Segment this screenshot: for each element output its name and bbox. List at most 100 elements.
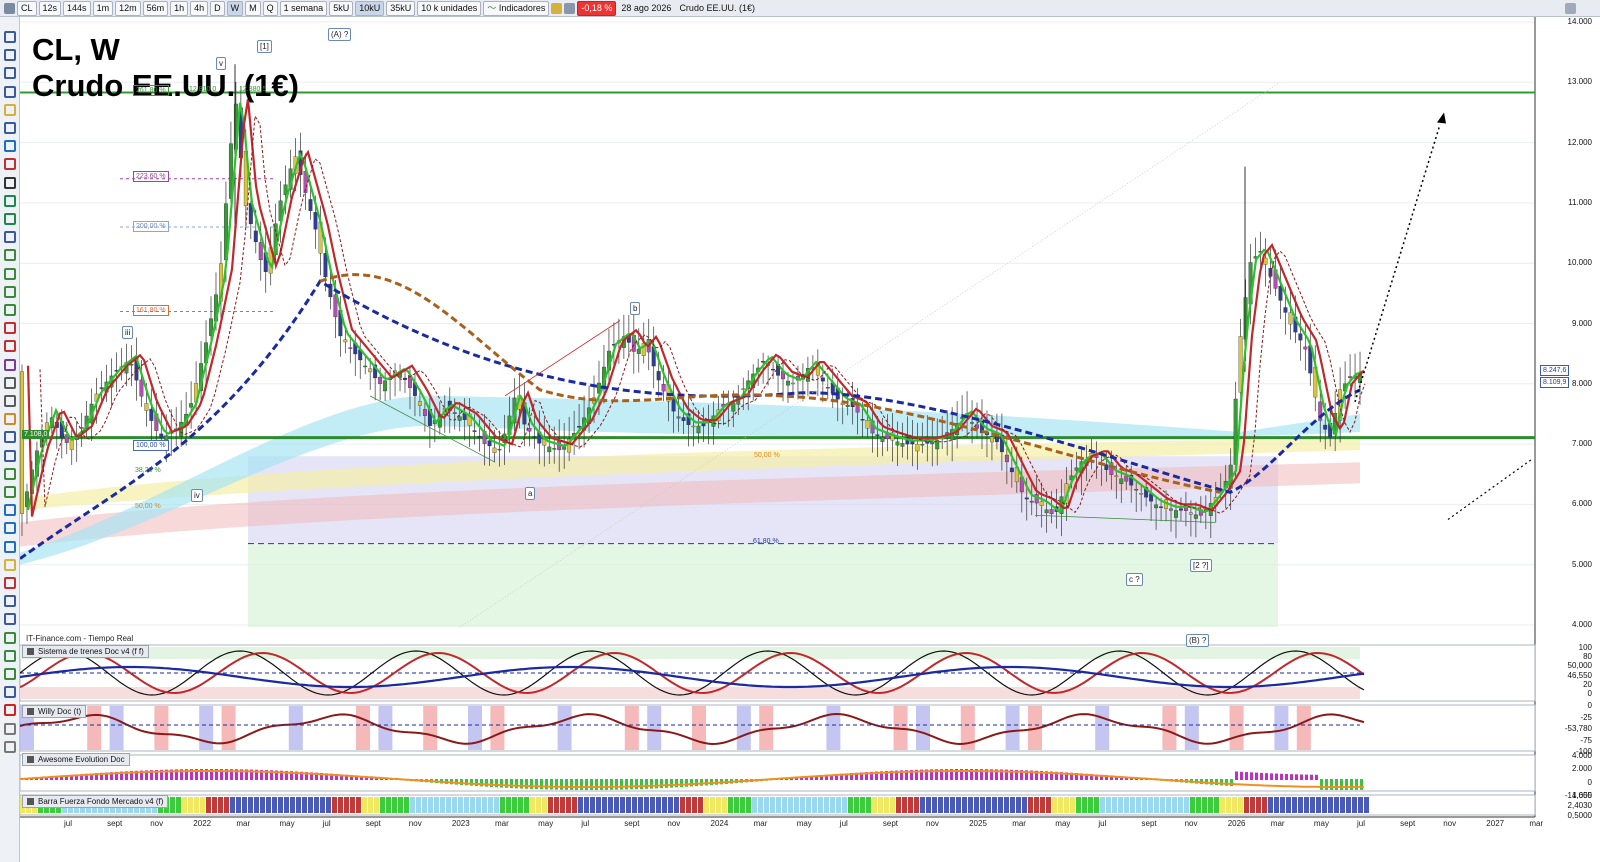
app-icon[interactable] <box>4 2 15 14</box>
stack-icon[interactable] <box>4 649 16 662</box>
barra-bar <box>782 797 787 813</box>
note-icon[interactable] <box>4 413 16 426</box>
timeframe-button[interactable]: 12m <box>115 0 141 16</box>
awesome-bar <box>1255 772 1258 780</box>
list-icon[interactable] <box>564 2 576 14</box>
price-chart[interactable] <box>20 17 1600 862</box>
barra-bar <box>1130 797 1135 813</box>
shapes-icon[interactable] <box>4 540 16 553</box>
timeframe-button[interactable]: 56m <box>142 0 169 16</box>
timeframe-button[interactable]: 1m <box>92 0 114 16</box>
pen-icon[interactable] <box>4 668 16 680</box>
x-axis-label: sept <box>624 819 640 828</box>
barra-bar <box>536 797 541 813</box>
awesome-bar <box>610 779 613 790</box>
awesome-bar <box>1345 779 1348 790</box>
panel-close-icon[interactable] <box>27 756 34 764</box>
eraser-icon[interactable] <box>4 376 16 389</box>
ray-tool-icon[interactable] <box>4 140 16 153</box>
barra-bar <box>596 797 601 813</box>
zoom-icon[interactable] <box>4 67 16 80</box>
indicators-button[interactable]: 〜 Indicadores <box>483 0 550 16</box>
line-tool-icon[interactable] <box>4 122 16 134</box>
pin-icon[interactable] <box>4 595 16 608</box>
awesome-bar <box>1250 772 1253 780</box>
volume-button[interactable]: 5kU <box>329 0 354 16</box>
trash-icon[interactable] <box>4 486 16 498</box>
price-axis-label: 10.000 <box>1567 258 1592 268</box>
barra-bar <box>1052 797 1057 813</box>
barra-bar <box>608 797 613 813</box>
awesome-bar <box>575 779 578 790</box>
timeframe-button[interactable]: Q <box>262 0 278 16</box>
more-icon[interactable] <box>4 740 16 753</box>
candle-body <box>1193 514 1198 519</box>
layers-icon[interactable] <box>4 504 16 517</box>
zoom-out-icon[interactable] <box>4 85 16 98</box>
rectangle-icon[interactable] <box>4 158 16 171</box>
barra-bar <box>1058 797 1063 813</box>
timeframe-button[interactable]: 1h <box>170 0 189 16</box>
grid-icon[interactable] <box>4 522 16 535</box>
crosshair-icon[interactable] <box>4 49 16 62</box>
symbol-selector[interactable]: CL <box>17 0 37 16</box>
wave-icon[interactable] <box>4 686 16 699</box>
settings-icon[interactable] <box>1565 2 1576 14</box>
fib-ext-icon[interactable] <box>4 267 16 280</box>
bell-icon[interactable] <box>4 103 16 116</box>
cut-icon[interactable] <box>4 631 16 644</box>
timeframe-button[interactable]: D <box>210 0 225 16</box>
period-selector[interactable]: 1 semana <box>279 0 328 16</box>
units-selector[interactable]: 10 k unidades <box>417 0 482 16</box>
pitchfork-icon[interactable] <box>4 285 16 298</box>
timeframe-button[interactable]: 144s <box>63 0 91 16</box>
timeframe-button[interactable]: M <box>245 0 261 16</box>
x-axis-label: sept <box>1400 819 1416 828</box>
timeframe-button[interactable]: 4h <box>190 0 209 16</box>
barra-bar <box>752 797 757 813</box>
measure-icon[interactable] <box>4 395 16 407</box>
eye-icon[interactable] <box>4 467 16 480</box>
volume-group: 5kU 10kU 35kU <box>329 0 416 16</box>
panel-close-icon[interactable] <box>27 798 34 806</box>
timeframe-button[interactable]: 12s <box>38 0 62 16</box>
ellipse-icon[interactable] <box>4 340 16 353</box>
candle-body <box>636 348 641 354</box>
awesome-bar <box>530 779 533 789</box>
barra-bar <box>896 797 901 813</box>
lock-icon[interactable] <box>4 449 16 462</box>
gann-icon[interactable] <box>4 304 16 316</box>
barra-bar <box>380 797 385 813</box>
willy-bar <box>1005 706 1020 750</box>
channel-icon[interactable] <box>4 231 16 244</box>
panel-close-icon[interactable] <box>27 648 34 656</box>
volume-button[interactable]: 10kU <box>355 0 385 16</box>
magnet-icon[interactable] <box>4 431 16 444</box>
star-icon[interactable] <box>4 558 16 571</box>
x-axis-label: nov <box>667 819 681 828</box>
circle-icon[interactable] <box>4 322 16 335</box>
barra-bar <box>914 797 919 813</box>
arrow-icon[interactable] <box>4 176 16 189</box>
barra-bar <box>1070 797 1075 813</box>
text-icon[interactable] <box>4 194 16 207</box>
price-left-label: 7.108,0 <box>22 430 50 439</box>
drawing-toolbar <box>0 17 20 862</box>
timeframe-button[interactable]: W <box>226 0 244 16</box>
x-axis-label: nov <box>150 819 164 828</box>
star-icon[interactable] <box>551 2 563 14</box>
barra-bar <box>482 797 487 813</box>
anchor-icon[interactable] <box>4 613 16 626</box>
panel-close-icon[interactable] <box>27 708 34 716</box>
cursor-icon[interactable] <box>4 31 16 43</box>
text-icon-2[interactable] <box>4 213 16 225</box>
volume-button[interactable]: 35kU <box>386 0 416 16</box>
flag-icon[interactable] <box>4 577 16 589</box>
settings-icon[interactable] <box>4 722 16 735</box>
delete-all-icon[interactable] <box>4 704 16 717</box>
barra-bar <box>512 797 517 813</box>
candle-body <box>915 443 920 452</box>
candle-body <box>1348 376 1353 378</box>
fib-icon[interactable] <box>4 249 16 262</box>
brush-icon[interactable] <box>4 358 16 371</box>
